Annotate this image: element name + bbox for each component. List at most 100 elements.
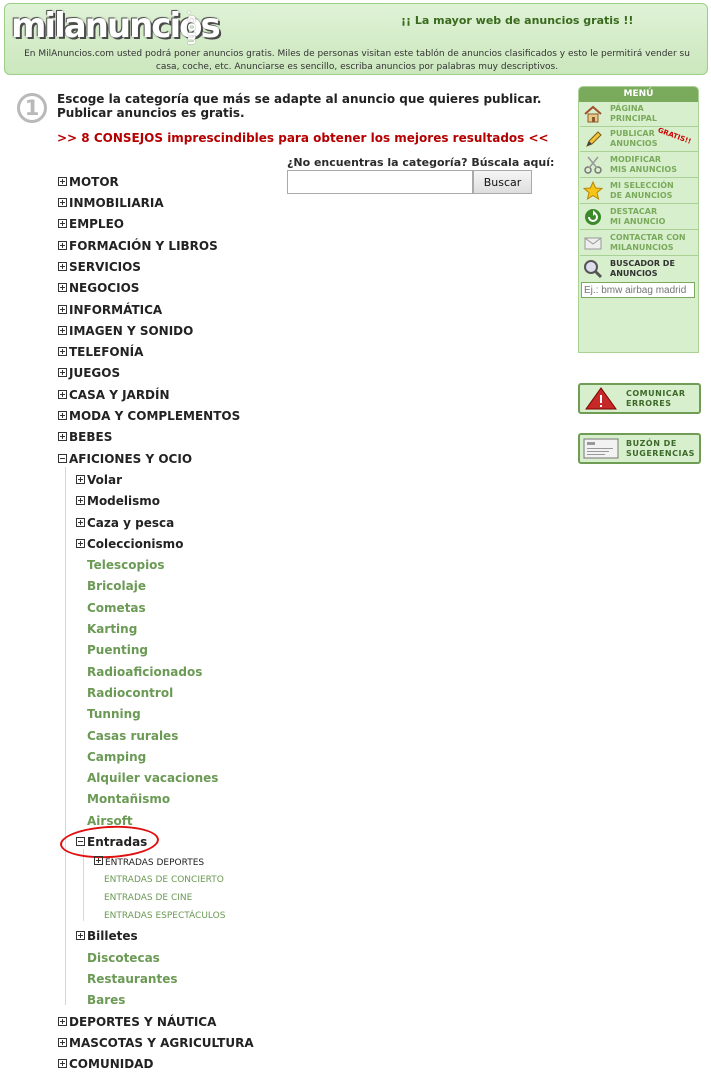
expand-plus-icon[interactable] xyxy=(58,411,67,420)
subcategory-link[interactable]: Puenting xyxy=(87,643,148,657)
step-instructions: Escoge la categoría que más se adapte al… xyxy=(57,92,541,120)
menu-item-highlight[interactable]: DESTACAR MI ANUNCIO xyxy=(580,205,698,230)
tree-guide-line xyxy=(65,467,66,1005)
category-motor[interactable]: MOTOR xyxy=(58,175,119,189)
subcategory-link[interactable]: Alquiler vacaciones xyxy=(87,771,218,785)
expand-plus-icon[interactable] xyxy=(58,283,67,292)
subcategory-link[interactable]: Radioaficionados xyxy=(87,665,202,679)
search-button[interactable]: Buscar xyxy=(473,170,532,194)
expand-plus-icon[interactable] xyxy=(58,198,67,207)
expand-plus-icon[interactable] xyxy=(58,347,67,356)
step-line-1: Escoge la categoría que más se adapte al… xyxy=(57,92,542,106)
refresh-icon xyxy=(585,209,601,225)
menu-search-input[interactable] xyxy=(581,282,695,298)
menu-item-home[interactable]: PÁGINA PRINCIPAL xyxy=(580,102,698,127)
subcategory-link[interactable]: Restaurantes xyxy=(87,972,177,986)
category-deportes-nautica[interactable]: DEPORTES Y NÁUTICA xyxy=(58,1015,216,1029)
subsubcategory-link[interactable]: ENTRADAS DE CONCIERTO xyxy=(104,875,224,885)
menu-title: MENÚ xyxy=(579,87,698,102)
expand-plus-icon[interactable] xyxy=(58,390,67,399)
step-number-badge: 1 xyxy=(17,93,47,123)
category-negocios[interactable]: NEGOCIOS xyxy=(58,281,139,295)
subcategory-link[interactable]: Casas rurales xyxy=(87,729,178,743)
category-juegos[interactable]: JUEGOS xyxy=(58,366,120,380)
scissors-icon xyxy=(584,156,602,174)
magnifier-icon xyxy=(584,260,603,279)
subcategory-caza-pesca[interactable]: Caza y pesca xyxy=(76,516,174,530)
site-header: milanuncios .com ¡¡ La mayor web de anunc… xyxy=(4,3,708,75)
site-logo[interactable]: milanuncios .com xyxy=(11,6,221,46)
subcategory-link[interactable]: Montañismo xyxy=(87,792,170,806)
subsubcategory-entradas-deportes[interactable]: ENTRADAS DEPORTES xyxy=(94,856,204,868)
category-inmobiliaria[interactable]: INMOBILIARIA xyxy=(58,196,164,210)
expand-plus-icon[interactable] xyxy=(58,1017,67,1026)
collapse-minus-icon[interactable] xyxy=(76,837,85,846)
tree-guide-line xyxy=(83,849,84,921)
expand-plus-icon[interactable] xyxy=(58,262,67,271)
menu-item-contact[interactable]: CONTACTAR CON MILANUNCIOS xyxy=(580,231,698,256)
report-errors-button[interactable]: COMUNICAR ERRORES xyxy=(578,383,701,414)
category-mascotas[interactable]: MASCOTAS Y AGRICULTURA xyxy=(58,1036,254,1050)
expand-plus-icon[interactable] xyxy=(76,931,85,940)
subcategory-link[interactable]: Karting xyxy=(87,622,137,636)
category-search-input[interactable] xyxy=(287,170,473,194)
subcategory-entradas[interactable]: Entradas xyxy=(76,835,147,849)
subsubcategory-link[interactable]: ENTRADAS DE CINE xyxy=(104,893,192,903)
step-line-2: Publicar anuncios es gratis. xyxy=(57,106,245,120)
category-moda[interactable]: MODA Y COMPLEMENTOS xyxy=(58,409,240,423)
expand-plus-icon[interactable] xyxy=(76,496,85,505)
category-empleo[interactable]: EMPLEO xyxy=(58,217,124,231)
subcategory-coleccionismo[interactable]: Coleccionismo xyxy=(76,537,183,551)
expand-plus-icon[interactable] xyxy=(76,518,85,527)
menu-item-selection[interactable]: MI SELECCIÓN DE ANUNCIOS xyxy=(580,179,698,204)
category-casa-jardin[interactable]: CASA Y JARDÍN xyxy=(58,388,170,402)
star-icon xyxy=(583,181,603,201)
pencil-icon xyxy=(586,131,602,147)
expand-plus-icon[interactable] xyxy=(58,177,67,186)
tips-link[interactable]: >> 8 CONSEJOS imprescindibles para obten… xyxy=(57,131,549,145)
home-icon xyxy=(584,105,602,123)
category-imagen-sonido[interactable]: IMAGEN Y SONIDO xyxy=(58,324,193,338)
category-bebes[interactable]: BEBES xyxy=(58,430,112,444)
collapse-minus-icon[interactable] xyxy=(58,454,67,463)
subcategory-link[interactable]: Camping xyxy=(87,750,146,764)
subcategory-link[interactable]: Tunning xyxy=(87,707,141,721)
subcategory-link[interactable]: Telescopios xyxy=(87,558,165,572)
subcategory-modelismo[interactable]: Modelismo xyxy=(76,494,160,508)
menu-item-search[interactable]: BUSCADOR DE ANUNCIOS xyxy=(580,257,698,282)
category-servicios[interactable]: SERVICIOS xyxy=(58,260,141,274)
subcategory-link[interactable]: Bricolaje xyxy=(87,579,146,593)
subcategory-volar[interactable]: Volar xyxy=(76,473,122,487)
subcategory-billetes[interactable]: Billetes xyxy=(76,929,138,943)
expand-plus-icon[interactable] xyxy=(58,432,67,441)
site-description: En MilAnuncios.com usted podrá poner anu… xyxy=(24,49,690,72)
subcategory-link[interactable]: Bares xyxy=(87,993,125,1007)
expand-plus-icon[interactable] xyxy=(58,368,67,377)
site-tagline: ¡¡ La mayor web de anuncios gratis !! xyxy=(401,14,634,27)
expand-plus-icon[interactable] xyxy=(76,475,85,484)
mailbox-icon xyxy=(583,438,619,459)
category-aficiones-ocio[interactable]: AFICIONES Y OCIO xyxy=(58,452,192,466)
expand-plus-icon[interactable] xyxy=(58,305,67,314)
category-formacion[interactable]: FORMACIÓN Y LIBROS xyxy=(58,239,218,253)
category-informatica[interactable]: INFORMÁTICA xyxy=(58,303,162,317)
expand-plus-icon[interactable] xyxy=(94,856,103,865)
warning-icon xyxy=(585,387,617,410)
expand-plus-icon[interactable] xyxy=(76,539,85,548)
expand-plus-icon[interactable] xyxy=(58,241,67,250)
category-search-label: ¿No encuentras la categoría? Búscala aqu… xyxy=(287,156,555,169)
expand-plus-icon[interactable] xyxy=(58,219,67,228)
subsubcategory-link[interactable]: ENTRADAS ESPECTÁCULOS xyxy=(104,911,225,921)
expand-plus-icon[interactable] xyxy=(58,1059,67,1068)
expand-plus-icon[interactable] xyxy=(58,326,67,335)
subcategory-link[interactable]: Cometas xyxy=(87,601,146,615)
envelope-icon xyxy=(584,237,602,250)
subcategory-link[interactable]: Radiocontrol xyxy=(87,686,173,700)
menu-item-modify[interactable]: MODIFICAR MIS ANUNCIOS xyxy=(580,153,698,178)
category-comunidad[interactable]: COMUNIDAD xyxy=(58,1057,153,1071)
category-telefonia[interactable]: TELEFONÍA xyxy=(58,345,143,359)
expand-plus-icon[interactable] xyxy=(58,1038,67,1047)
menu-item-publish[interactable]: PUBLICAR ANUNCIOS GRATIS!! xyxy=(580,126,698,152)
suggestions-button[interactable]: BUZÓN DE SUGERENCIAS xyxy=(578,433,701,464)
subcategory-link[interactable]: Discotecas xyxy=(87,951,160,965)
